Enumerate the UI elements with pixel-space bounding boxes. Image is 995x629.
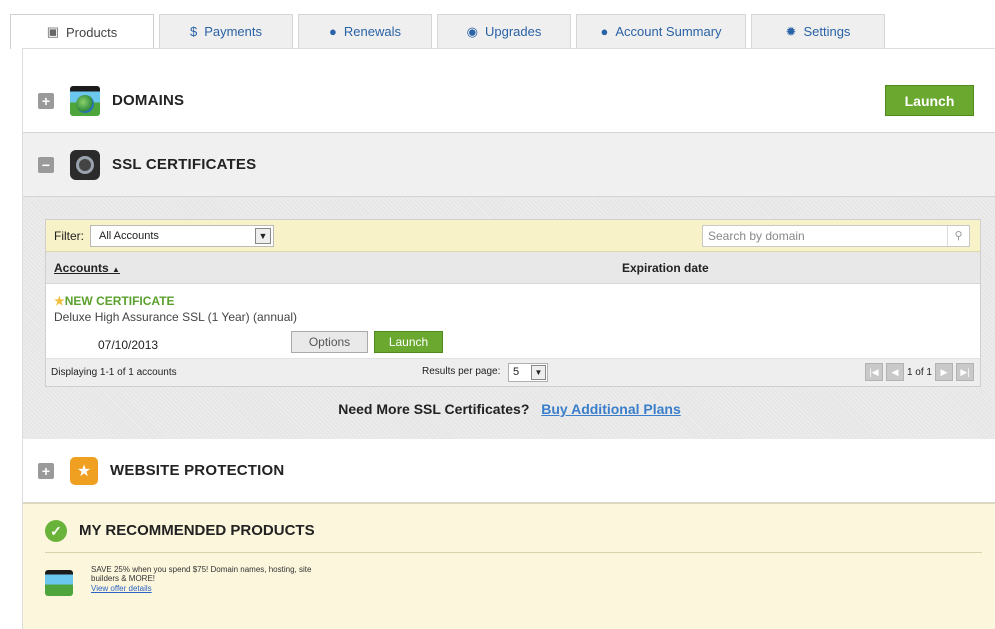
promo-text: SAVE 25% when you spend $75! Domain name… — [91, 565, 312, 583]
next-page-icon[interactable]: ▶ — [935, 363, 953, 381]
checkmark-icon: ✓ — [45, 520, 67, 542]
pager: |◀ ◀ 1 of 1 ▶ ▶| — [864, 363, 974, 381]
filter-bar: Filter: All Accounts ▼ Search by domain … — [46, 220, 980, 252]
website-protection-section-header[interactable]: + ★ WEBSITE PROTECTION — [23, 439, 995, 503]
certificate-description: Deluxe High Assurance SSL (1 Year) (annu… — [54, 310, 298, 324]
view-offer-link[interactable]: View offer details — [91, 584, 152, 593]
tab-payments[interactable]: $ Payments — [159, 14, 293, 48]
dollar-icon: $ — [189, 24, 198, 39]
search-input[interactable]: Search by domain ⚲ — [702, 225, 970, 247]
page-info: 1 of 1 — [906, 366, 932, 378]
domains-section-header[interactable]: + DOMAINS Launch — [23, 69, 995, 133]
filter-label: Filter: — [54, 228, 84, 243]
expand-icon[interactable]: + — [38, 462, 54, 479]
domains-title: DOMAINS — [112, 92, 185, 109]
domains-globe-icon — [70, 85, 100, 116]
displaying-count: Displaying 1-1 of 1 accounts — [51, 367, 177, 378]
ssl-title: SSL CERTIFICATES — [112, 156, 257, 173]
tab-label: Payments — [204, 24, 263, 39]
page: ▣ Products $ Payments ● Renewals ◉ Upgra… — [0, 0, 995, 629]
prev-page-icon[interactable]: ◀ — [885, 363, 904, 381]
tab-products[interactable]: ▣ Products — [10, 14, 154, 49]
gear-icon: ✹ — [785, 23, 797, 39]
tab-bar: ▣ Products $ Payments ● Renewals ◉ Upgra… — [10, 14, 885, 49]
tab-label: Renewals — [343, 24, 401, 39]
filter-select[interactable]: All Accounts ▼ — [90, 224, 274, 247]
options-button[interactable]: Options — [291, 331, 368, 353]
search-icon[interactable]: ⚲ — [947, 226, 969, 246]
accounts-column-header[interactable]: Accounts ▲ — [54, 261, 120, 275]
expiration-date: 07/10/2013 — [98, 338, 159, 352]
info-icon: ● — [329, 24, 337, 39]
ssl-lock-icon — [70, 149, 100, 180]
filter-value: All Accounts — [99, 229, 159, 242]
tab-label: Settings — [803, 24, 851, 39]
ssl-accounts-grid: Filter: All Accounts ▼ Search by domain … — [45, 219, 981, 387]
expand-icon[interactable]: + — [38, 92, 54, 109]
domains-launch-button[interactable]: Launch — [885, 85, 974, 116]
domains-globe-icon — [45, 570, 73, 596]
new-certificate-link[interactable]: ★NEW CERTIFICATE — [54, 294, 175, 308]
buy-additional-plans-link[interactable]: Buy Additional Plans — [541, 401, 681, 417]
star-icon: ★ — [54, 294, 65, 308]
search-placeholder: Search by domain — [708, 229, 805, 243]
chevron-down-icon[interactable]: ▼ — [531, 365, 546, 380]
first-page-icon[interactable]: |◀ — [864, 363, 883, 381]
expiration-column-header: Expiration date — [622, 260, 709, 275]
products-panel: + DOMAINS Launch − SSL CERTIFICATES Filt… — [22, 48, 995, 629]
tab-renewals[interactable]: ● Renewals — [298, 14, 432, 48]
ssl-launch-button[interactable]: Launch — [374, 331, 443, 353]
last-page-icon[interactable]: ▶| — [956, 363, 974, 381]
chevron-down-icon[interactable]: ▼ — [255, 227, 271, 244]
divider — [45, 552, 982, 553]
tab-label: Account Summary — [615, 24, 722, 39]
table-header: Accounts ▲ Expiration date — [46, 252, 980, 284]
tab-label: Upgrades — [484, 24, 542, 39]
ssl-section-header[interactable]: − SSL CERTIFICATES — [23, 133, 995, 197]
website-protection-title: WEBSITE PROTECTION — [110, 462, 285, 479]
tab-settings[interactable]: ✹ Settings — [751, 14, 885, 48]
sort-up-icon: ▲ — [112, 264, 120, 274]
need-more-text: Need More SSL Certificates? — [338, 401, 530, 417]
collapse-icon[interactable]: − — [38, 156, 54, 173]
need-more-ssl: Need More SSL Certificates? Buy Addition… — [23, 401, 995, 417]
user-icon: ● — [600, 24, 609, 39]
tab-account-summary[interactable]: ● Account Summary — [576, 14, 746, 48]
tab-upgrades[interactable]: ◉ Upgrades — [437, 14, 571, 48]
table-row: ★NEW CERTIFICATE Deluxe High Assurance S… — [46, 284, 980, 359]
results-per-page-label: Results per page: — [422, 366, 501, 377]
ssl-panel: Filter: All Accounts ▼ Search by domain … — [23, 197, 995, 439]
box-icon: ▣ — [46, 24, 59, 39]
grid-footer: Displaying 1-1 of 1 accounts Results per… — [46, 359, 980, 386]
tab-label: Products — [65, 24, 118, 40]
circle-icon: ◉ — [466, 23, 478, 39]
shield-star-icon: ★ — [70, 456, 98, 485]
recommended-title: MY RECOMMENDED PRODUCTS — [79, 522, 315, 539]
results-per-page-select[interactable]: 5 ▼ — [508, 363, 548, 382]
recommended-products: ✓ MY RECOMMENDED PRODUCTS SAVE 25% when … — [23, 503, 995, 629]
results-per-page-value: 5 — [513, 366, 520, 378]
